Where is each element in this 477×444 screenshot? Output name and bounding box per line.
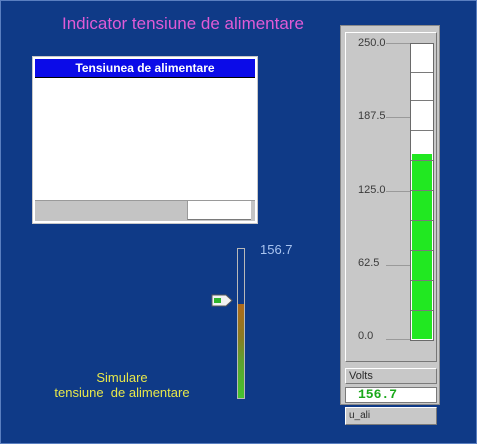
- gauge-bar: [410, 43, 434, 341]
- gauge-scale-area: 250.0 187.5 125.0 62.5 0.0: [345, 32, 437, 362]
- trend-scrollbar[interactable]: [35, 200, 255, 221]
- scale-label-max: 250.0: [358, 37, 386, 49]
- bar-segment-line: [411, 220, 433, 221]
- gauge-bar-fill: [412, 154, 432, 339]
- slider-track[interactable]: [237, 248, 245, 399]
- trend-footer-field: [187, 201, 251, 220]
- scale-tick: [386, 191, 410, 192]
- value-readout: 156.7: [345, 387, 437, 403]
- units-label: Volts: [345, 368, 437, 384]
- bar-segment-line: [411, 310, 433, 311]
- bar-segment-line: [411, 190, 433, 191]
- simulation-label: Simulare tensiune de alimentare: [32, 370, 212, 400]
- bar-segment-line: [411, 130, 433, 131]
- bar-segment-line: [411, 160, 433, 161]
- tag-name: u_ali: [345, 407, 437, 425]
- scale-tick: [386, 43, 410, 44]
- scale-tick: [386, 339, 410, 340]
- bar-segment-line: [411, 280, 433, 281]
- bar-segment-line: [411, 72, 433, 73]
- trend-title: Tensiunea de alimentare: [35, 59, 255, 78]
- scale-label-half: 125.0: [358, 184, 386, 196]
- bar-segment-line: [411, 250, 433, 251]
- simulation-label-line2: tensiune de alimentare: [54, 385, 190, 400]
- scale-label-1q: 62.5: [358, 257, 380, 269]
- scale-label-3q: 187.5: [358, 110, 386, 122]
- page-title: Indicator tensiune de alimentare: [62, 14, 304, 33]
- slider-thumb-icon[interactable]: [211, 294, 233, 307]
- scale-tick: [386, 265, 410, 266]
- slider-value: 156.7: [260, 242, 293, 257]
- slider-fill: [238, 304, 244, 398]
- trend-plot-area[interactable]: [35, 78, 255, 202]
- voltage-gauge-panel: 250.0 187.5 125.0 62.5 0.0 Volts 156.7 u…: [340, 25, 440, 425]
- simulation-label-line1: Simulare: [96, 370, 148, 385]
- scale-tick: [386, 117, 410, 118]
- scale-label-min: 0.0: [358, 330, 374, 342]
- bar-segment-line: [411, 100, 433, 101]
- trend-window[interactable]: Tensiunea de alimentare: [32, 56, 258, 224]
